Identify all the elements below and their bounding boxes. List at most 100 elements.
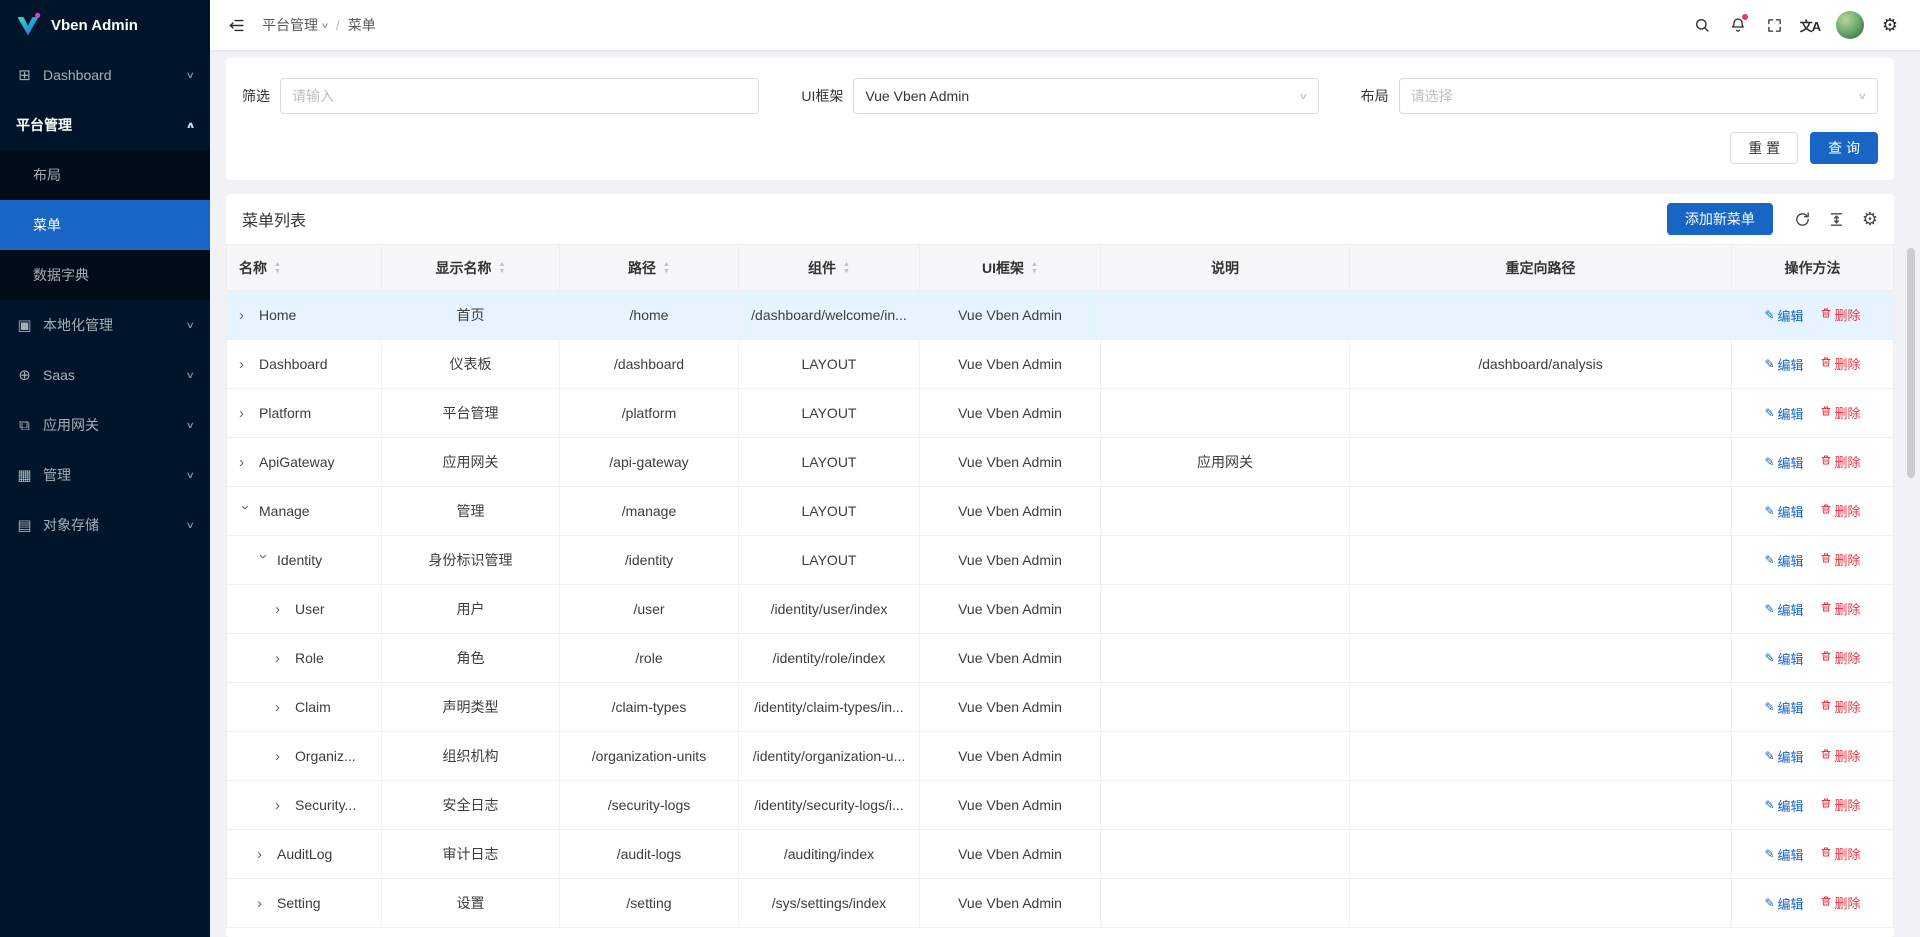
cell-redirect bbox=[1350, 830, 1732, 879]
expand-row-icon[interactable]: › bbox=[275, 651, 288, 666]
sort-icons[interactable]: ▲▼ bbox=[663, 261, 670, 275]
expand-row-icon[interactable]: › bbox=[275, 798, 288, 813]
sidebar-collapse-icon[interactable] bbox=[220, 9, 252, 41]
expand-row-icon[interactable]: › bbox=[239, 455, 252, 470]
search-button[interactable]: 查 询 bbox=[1810, 132, 1878, 164]
delete-link[interactable]: 删除 bbox=[1820, 697, 1861, 716]
delete-link[interactable]: 删除 bbox=[1820, 746, 1861, 765]
cell-path: /role bbox=[560, 634, 739, 683]
cell-path: /dashboard bbox=[560, 340, 739, 389]
delete-link[interactable]: 删除 bbox=[1820, 893, 1861, 912]
notification-bell-icon[interactable] bbox=[1722, 9, 1754, 41]
sidebar-item-gateway[interactable]: ⧉应用网关∨ bbox=[0, 400, 210, 450]
table-row[interactable]: ›ApiGateway应用网关/api-gatewayLAYOUTVue Vbe… bbox=[227, 438, 1894, 487]
edit-link[interactable]: ✎编辑 bbox=[1764, 649, 1803, 668]
settings-gear-icon[interactable]: ⚙ bbox=[1874, 9, 1906, 41]
delete-link[interactable]: 删除 bbox=[1820, 795, 1861, 814]
delete-link[interactable]: 删除 bbox=[1820, 844, 1861, 863]
ui-framework-select[interactable]: Vue Vben Admin ∨ bbox=[853, 78, 1318, 114]
column-header-name[interactable]: 名称▲▼ bbox=[227, 245, 382, 291]
edit-link[interactable]: ✎编辑 bbox=[1764, 845, 1803, 864]
fullscreen-icon[interactable] bbox=[1758, 9, 1790, 41]
delete-link[interactable]: 删除 bbox=[1820, 452, 1861, 471]
expand-row-icon[interactable]: › bbox=[257, 896, 270, 911]
column-header-display-name[interactable]: 显示名称▲▼ bbox=[382, 245, 560, 291]
edit-link[interactable]: ✎编辑 bbox=[1764, 747, 1803, 766]
table-row[interactable]: ›Role角色/role/identity/role/indexVue Vben… bbox=[227, 634, 1894, 683]
edit-link[interactable]: ✎编辑 bbox=[1764, 306, 1803, 325]
edit-link[interactable]: ✎编辑 bbox=[1764, 894, 1803, 913]
delete-link[interactable]: 删除 bbox=[1820, 305, 1861, 324]
translate-icon[interactable]: 文A bbox=[1794, 9, 1826, 41]
expand-row-icon[interactable]: › bbox=[275, 602, 288, 617]
column-header-component[interactable]: 组件▲▼ bbox=[739, 245, 920, 291]
delete-link[interactable]: 删除 bbox=[1820, 550, 1861, 569]
column-header-ui-framework[interactable]: UI框架▲▼ bbox=[920, 245, 1101, 291]
sidebar-item-layout[interactable]: 布局 bbox=[0, 150, 210, 200]
table-row[interactable]: ›User用户/user/identity/user/indexVue Vben… bbox=[227, 585, 1894, 634]
filter-keyword-input[interactable] bbox=[280, 78, 759, 114]
sidebar-item-saas[interactable]: ⊕Saas∨ bbox=[0, 350, 210, 400]
add-menu-button[interactable]: 添加新菜单 bbox=[1667, 203, 1773, 235]
expand-row-icon[interactable]: › bbox=[239, 357, 252, 372]
expand-row-icon[interactable]: › bbox=[239, 308, 252, 323]
edit-link[interactable]: ✎编辑 bbox=[1764, 453, 1803, 472]
edit-link[interactable]: ✎编辑 bbox=[1764, 502, 1803, 521]
expand-row-icon[interactable]: › bbox=[257, 847, 270, 862]
edit-link[interactable]: ✎编辑 bbox=[1764, 404, 1803, 423]
expand-row-icon[interactable]: › bbox=[275, 749, 288, 764]
table-row[interactable]: ›Manage管理/manageLAYOUTVue Vben Admin✎编辑删… bbox=[227, 487, 1894, 536]
edit-link[interactable]: ✎编辑 bbox=[1764, 551, 1803, 570]
collapse-row-icon[interactable]: › bbox=[238, 505, 253, 518]
sidebar-item-manage[interactable]: ▦管理∨ bbox=[0, 450, 210, 500]
sidebar-item-platform[interactable]: 平台管理∧ bbox=[0, 100, 210, 150]
sidebar-item-storage[interactable]: ▤对象存储∨ bbox=[0, 500, 210, 550]
avatar[interactable] bbox=[1836, 11, 1864, 39]
collapse-row-icon[interactable]: › bbox=[256, 554, 271, 567]
cell-display-name: 设置 bbox=[382, 879, 560, 928]
topbar: 平台管理 ∨ / 菜单 文A bbox=[210, 0, 1920, 50]
table-row[interactable]: ›Setting设置/setting/sys/settings/indexVue… bbox=[227, 879, 1894, 928]
layout-select[interactable]: 请选择 ∨ bbox=[1399, 78, 1878, 114]
manage-icon: ▦ bbox=[16, 466, 33, 484]
breadcrumb-item-platform[interactable]: 平台管理 ∨ bbox=[262, 15, 328, 35]
row-height-icon[interactable] bbox=[1828, 211, 1845, 228]
table-row[interactable]: ›Claim声明类型/claim-types/identity/claim-ty… bbox=[227, 683, 1894, 732]
sidebar-item-menu[interactable]: 菜单 bbox=[0, 200, 210, 250]
table-row[interactable]: ›AuditLog审计日志/audit-logs/auditing/indexV… bbox=[227, 830, 1894, 879]
sort-icons[interactable]: ▲▼ bbox=[274, 261, 281, 275]
sidebar-item-localization[interactable]: ▣本地化管理∨ bbox=[0, 300, 210, 350]
expand-row-icon[interactable]: › bbox=[275, 700, 288, 715]
delete-link[interactable]: 删除 bbox=[1820, 403, 1861, 422]
table-row[interactable]: ›Organiz...组织机构/organization-units/ident… bbox=[227, 732, 1894, 781]
refresh-icon[interactable] bbox=[1794, 211, 1811, 228]
edit-link[interactable]: ✎编辑 bbox=[1764, 355, 1803, 374]
cell-display-name: 安全日志 bbox=[382, 781, 560, 830]
column-settings-icon[interactable]: ⚙ bbox=[1862, 210, 1878, 228]
delete-link[interactable]: 删除 bbox=[1820, 599, 1861, 618]
reset-button[interactable]: 重 置 bbox=[1730, 132, 1798, 164]
table-row[interactable]: ›Security...安全日志/security-logs/identity/… bbox=[227, 781, 1894, 830]
sort-icons[interactable]: ▲▼ bbox=[843, 261, 850, 275]
edit-link[interactable]: ✎编辑 bbox=[1764, 796, 1803, 815]
edit-link[interactable]: ✎编辑 bbox=[1764, 698, 1803, 717]
table-row[interactable]: ›Identity身份标识管理/identityLAYOUTVue Vben A… bbox=[227, 536, 1894, 585]
delete-link[interactable]: 删除 bbox=[1820, 354, 1861, 373]
expand-row-icon[interactable]: › bbox=[239, 406, 252, 421]
sidebar-item-dashboard[interactable]: ⊞Dashboard∨ bbox=[0, 50, 210, 100]
search-icon[interactable] bbox=[1686, 9, 1718, 41]
table-row[interactable]: ›Dashboard仪表板/dashboardLAYOUTVue Vben Ad… bbox=[227, 340, 1894, 389]
edit-link[interactable]: ✎编辑 bbox=[1764, 600, 1803, 619]
sidebar-item-dictionary[interactable]: 数据字典 bbox=[0, 250, 210, 300]
column-header-path[interactable]: 路径▲▼ bbox=[560, 245, 739, 291]
delete-link[interactable]: 删除 bbox=[1820, 648, 1861, 667]
sort-icons[interactable]: ▲▼ bbox=[1031, 261, 1038, 275]
table-row[interactable]: ›Home首页/home/dashboard/welcome/in...Vue … bbox=[227, 291, 1894, 340]
scrollbar-thumb[interactable] bbox=[1907, 248, 1915, 478]
app-logo[interactable]: Vben Admin bbox=[0, 0, 210, 50]
delete-link[interactable]: 删除 bbox=[1820, 501, 1861, 520]
sort-icons[interactable]: ▲▼ bbox=[499, 261, 506, 275]
sidebar-item-label: 本地化管理 bbox=[43, 315, 113, 335]
table-row[interactable]: ›Platform平台管理/platformLAYOUTVue Vben Adm… bbox=[227, 389, 1894, 438]
delete-icon bbox=[1820, 405, 1832, 420]
